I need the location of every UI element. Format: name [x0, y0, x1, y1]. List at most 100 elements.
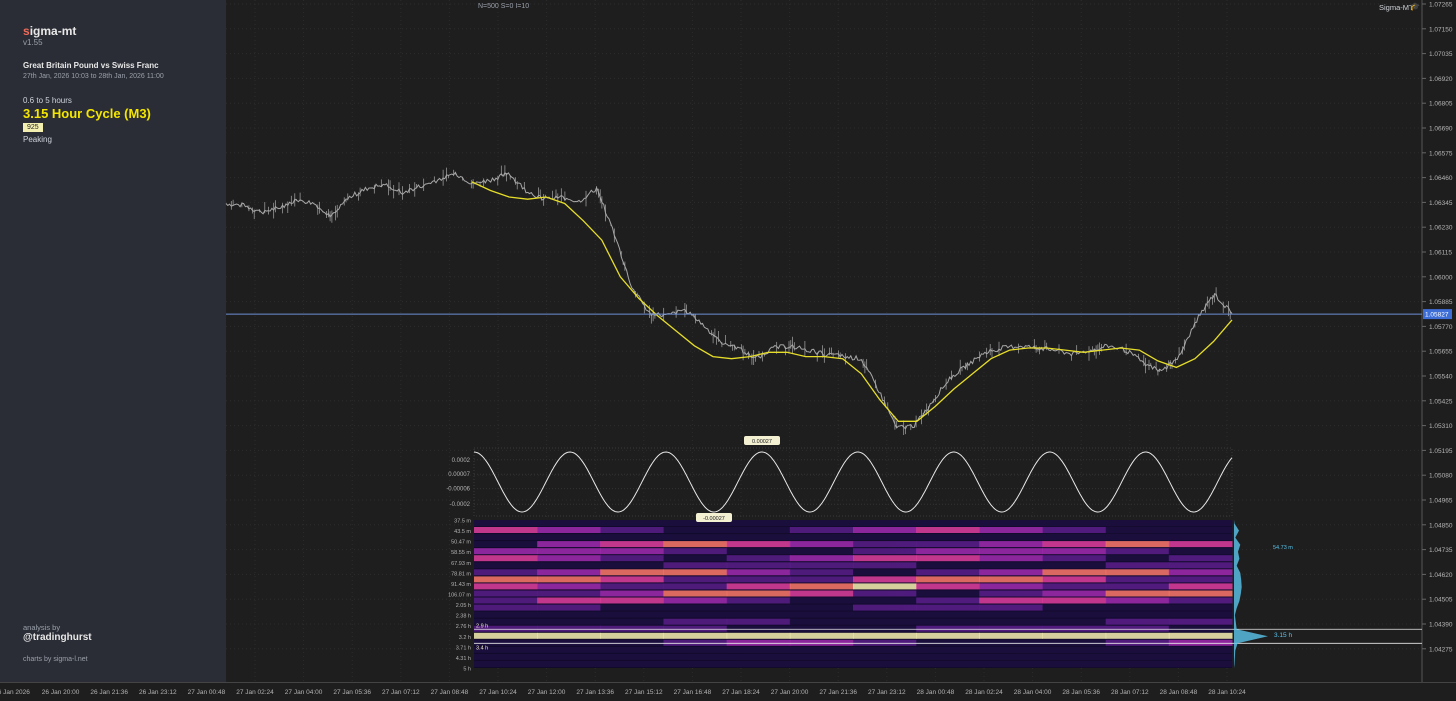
- heatmap-cell: [600, 604, 664, 611]
- heatmap-cell: [537, 555, 601, 562]
- heatmap-cell: [916, 534, 980, 541]
- heatmap-cell: [789, 611, 854, 618]
- heatmap-cell: [537, 661, 601, 667]
- time-tick-label: 27 Jan 02:24: [236, 689, 274, 696]
- cycle-peak-label: 0.00027: [752, 439, 772, 445]
- price-tick-label: 1.06115: [1429, 250, 1452, 257]
- heatmap-cell: [1168, 639, 1233, 646]
- heatmap-cell: [1168, 632, 1233, 639]
- heatmap-cell: [726, 625, 791, 632]
- heatmap-cell: [853, 562, 917, 569]
- time-tick-label: 28 Jan 07:12: [1111, 689, 1149, 696]
- heatmap-cell: [1168, 541, 1233, 548]
- heatmap-cell: [600, 576, 664, 583]
- heatmap-cell: [474, 661, 538, 667]
- price-tick-label: 1.04850: [1429, 522, 1453, 529]
- heatmap-cell: [853, 569, 917, 576]
- heatmap-cell: [916, 583, 980, 590]
- heatmap-cell: [1105, 661, 1170, 667]
- time-tick-label: 28 Jan 00:48: [917, 689, 955, 696]
- price-tick-label: 1.04505: [1429, 597, 1453, 604]
- cycle-tick-label: 0.0002: [452, 458, 471, 464]
- heatmap-cell: [1168, 583, 1233, 590]
- heatmap-cell: [474, 555, 538, 562]
- heatmap-cell: [979, 548, 1043, 555]
- heatmap-cell: [1042, 569, 1107, 576]
- heatmap-cell: [916, 562, 980, 569]
- heatmap-cell: [979, 611, 1043, 618]
- heatmap-cell: [853, 520, 917, 526]
- heatmap-cell: [600, 520, 664, 526]
- heatmap-cell: [663, 653, 728, 660]
- heatmap-cell: [979, 604, 1043, 611]
- heatmap-cell: [474, 527, 538, 533]
- heatmap-cell: [1105, 604, 1170, 611]
- price-tick-label: 1.05770: [1429, 324, 1453, 331]
- heatmap-cell: [1105, 562, 1170, 569]
- heatmap-cell: [1105, 597, 1170, 604]
- heatmap-cell: [1105, 583, 1170, 590]
- current-price-label: 1.05827: [1425, 312, 1449, 319]
- price-tick-label: 1.04620: [1429, 572, 1453, 579]
- heatmap-cell: [1168, 576, 1233, 583]
- heatmap-cell: [537, 639, 601, 646]
- time-tick-label: 28 Jan 10:24: [1208, 689, 1246, 696]
- price-tick-label: 1.06230: [1429, 225, 1453, 232]
- heatmap-cell: [979, 661, 1043, 667]
- heatmap-cell: [1042, 611, 1107, 618]
- heatmap-cell: [663, 604, 728, 611]
- heatmap-cell: [1042, 625, 1107, 632]
- heatmap-cell: [726, 604, 791, 611]
- heatmap-cell: [979, 590, 1043, 597]
- heatmap-cell: [600, 541, 664, 548]
- spectrum-tick-label: 2.76 h: [456, 624, 471, 630]
- heatmap-cell: [789, 661, 854, 667]
- price-tick-label: 1.05540: [1429, 374, 1453, 381]
- price-panel: 1.05827: [225, 165, 1452, 435]
- heatmap-cell: [600, 548, 664, 555]
- heatmap-cell: [726, 632, 791, 639]
- heatmap-cell: [1168, 555, 1233, 562]
- time-axis-labels: 26 Jan 2026 26 Jan 20:00 26 Jan 21:36 26 Ja…: [0, 689, 1246, 696]
- heatmap-cell: [1168, 618, 1233, 625]
- heatmap-cell: [474, 583, 538, 590]
- cycle-wave-line: [473, 451, 1233, 513]
- heatmap-cell: [1168, 661, 1233, 667]
- chart-canvas: 2.9 h 3.4 h 37.5 m 43.5 m 50.47 m 58.55 m 67.…: [225, 0, 1453, 682]
- price-tick-label: 1.06805: [1429, 101, 1453, 108]
- heatmap-cell: [1042, 527, 1107, 533]
- cycle-panel: 0.0002 0.00007 -0.00006 -0.0002: [446, 447, 1233, 517]
- heatmap-cell: [726, 569, 791, 576]
- spectrum-tick-label: 37.5 m: [454, 519, 471, 525]
- heatmap-cell: [1042, 562, 1107, 569]
- heatmap-cell: [789, 590, 854, 597]
- heatmap-cell: [1105, 653, 1170, 660]
- heatmap-cell: [789, 632, 854, 639]
- heatmap-cell: [474, 653, 538, 660]
- time-tick-label: 27 Jan 10:24: [479, 689, 517, 696]
- heatmap-cell: [726, 555, 791, 562]
- heatmap-cell: [1168, 597, 1233, 604]
- heatmap-cell: [1168, 590, 1233, 597]
- heatmap-cell: [663, 639, 728, 646]
- heatmap-cell: [916, 604, 980, 611]
- heatmap-cell: [600, 569, 664, 576]
- heatmap-cell: [1168, 520, 1233, 526]
- time-tick-label: 26 Jan 23:12: [139, 689, 177, 696]
- band-lower-label: 3.4 h: [476, 645, 488, 651]
- model-params: N=500 S=0 I=10: [478, 3, 530, 10]
- heatmap-cell: [537, 611, 601, 618]
- heatmap-cell: [979, 639, 1043, 646]
- spectrum-tick-label: 43.5 m: [454, 529, 471, 535]
- heatmap-cell: [663, 661, 728, 667]
- heatmap-cell: [1105, 590, 1170, 597]
- heatmap-cell: [537, 583, 601, 590]
- heatmap-cell: [789, 583, 854, 590]
- heatmap-cell: [789, 520, 854, 526]
- spectrum-tick-label: 2.38 h: [456, 614, 471, 620]
- heatmap-cell: [600, 646, 664, 653]
- heatmap-cell: [916, 590, 980, 597]
- heatmap-cell: [789, 569, 854, 576]
- heatmap-cell: [1042, 597, 1107, 604]
- graduation-cap-icon: 🎓: [1410, 2, 1420, 11]
